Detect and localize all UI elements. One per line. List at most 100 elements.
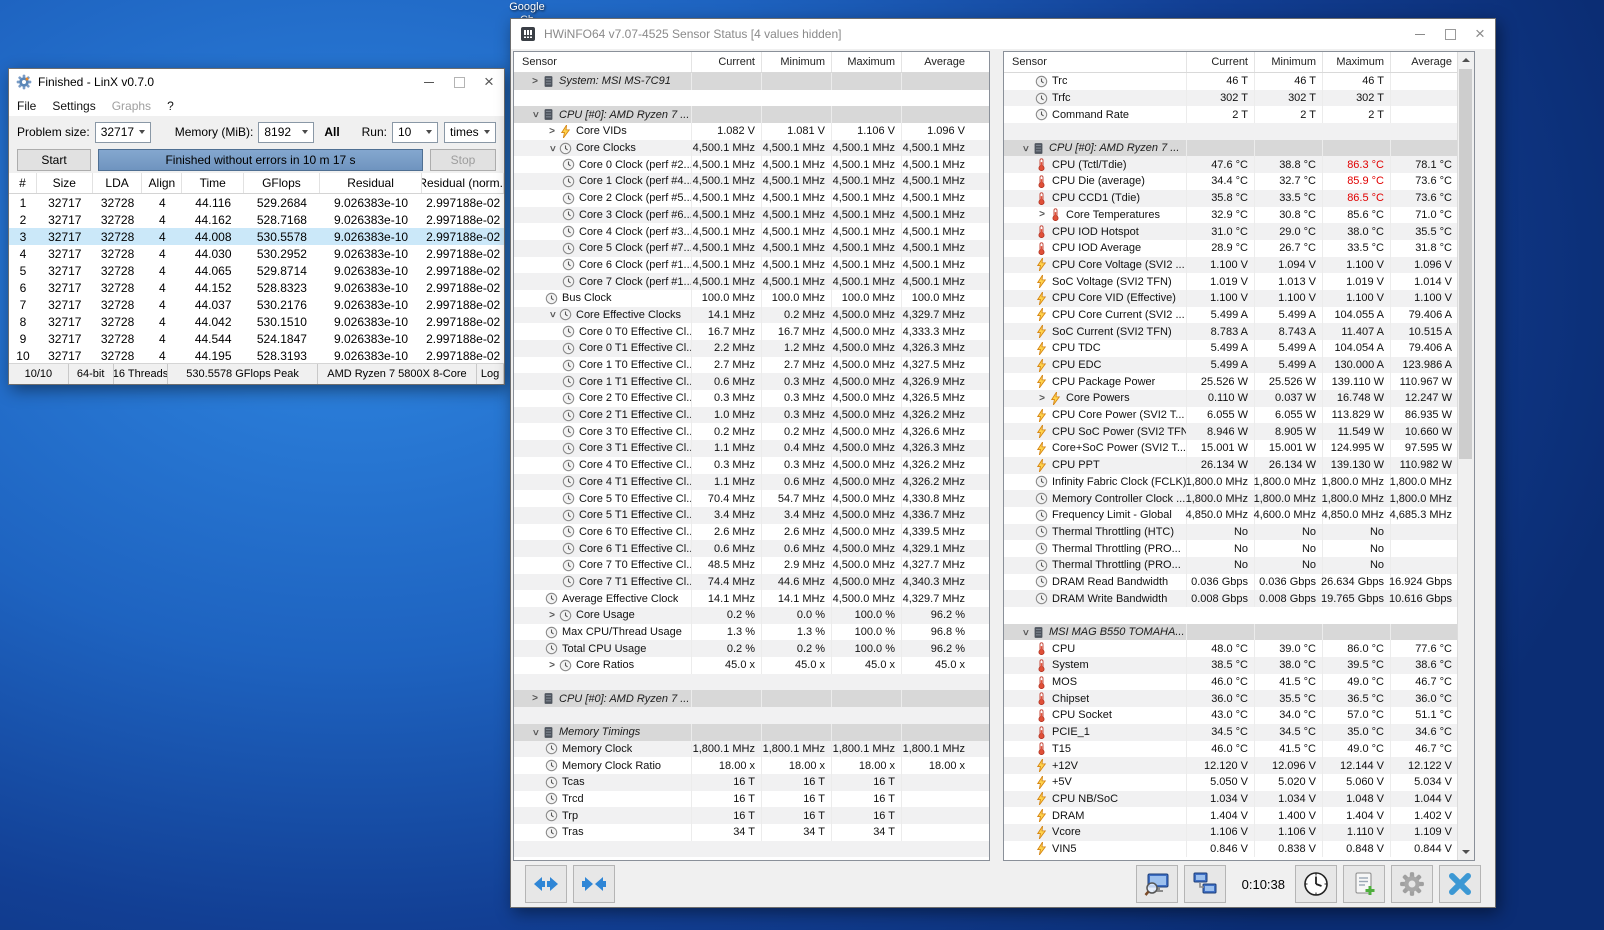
sensor-row[interactable]: Core 4 T0 Effective Cl... 0.3 MHz 0.3 MHz 4… (514, 456, 989, 474)
sensor-row[interactable]: CPU Socket 43.0 °C 34.0 °C 57.0 °C 51.1 °C (1004, 707, 1458, 724)
sensor-row[interactable]: CPU 48.0 °C 39.0 °C 86.0 °C 77.6 °C (1004, 640, 1458, 658)
sensor-group-row[interactable]: CPU [#0]: AMD Ryzen 7 ... (514, 690, 989, 708)
column-header[interactable]: Time (182, 173, 245, 193)
sensor-row[interactable]: CPU PPT 26.134 W 26.134 W 139.130 W 110.982 … (1004, 456, 1458, 474)
table-row[interactable]: 3 32717 32728 4 44.008 530.5578 9.026383e-10 2.… (9, 228, 504, 245)
sensor-row[interactable]: Core 5 T0 Effective Cl... 70.4 MHz 54.7 MH… (514, 490, 989, 507)
column-header-sensor[interactable]: Sensor (514, 56, 691, 68)
table-row[interactable]: 6 32717 32728 4 44.152 528.8323 9.026383e-10 2.… (9, 279, 504, 296)
table-row[interactable]: 4 32717 32728 4 44.030 530.2952 9.026383e-10 2.… (9, 245, 504, 262)
stop-button[interactable]: Stop (430, 149, 496, 171)
sensor-row[interactable]: Tcas 16 T 16 T 16 T (514, 773, 989, 791)
column-header[interactable]: LDA (93, 173, 143, 193)
sensor-row[interactable]: Thermal Throttling (PRO... No No No (1004, 556, 1458, 574)
chevron-right-icon[interactable] (1035, 393, 1049, 404)
column-header[interactable]: GFlops (244, 173, 320, 193)
sensor-row[interactable]: Memory Clock 1,800.1 MHz 1,800.1 MHz 1,800.… (514, 740, 989, 758)
sensor-row[interactable]: SoC Voltage (SVI2 TFN) 1.019 V 1.013 V 1.01… (1004, 273, 1458, 290)
chevron-down-icon[interactable] (530, 108, 541, 122)
sensor-row[interactable]: Core VIDs 1.082 V1.081 V1.106 V1.096 V (514, 123, 989, 140)
sensor-row[interactable]: Command Rate 2 T2 T2 T (1004, 106, 1458, 124)
scroll-down-arrow-icon[interactable] (1458, 844, 1474, 860)
chevron-right-icon[interactable] (1035, 209, 1049, 220)
sensor-row[interactable]: Core 1 T0 Effective Cl... 2.7 MHz 2.7 MHz 4… (514, 356, 989, 374)
linx-minimize-button[interactable] (414, 69, 444, 95)
chevron-right-icon[interactable] (545, 660, 559, 671)
chevron-right-icon[interactable] (545, 126, 559, 137)
sensor-row[interactable]: Total CPU Usage 0.2 % 0.2 % 100.0 % 96.2 % (514, 640, 989, 658)
sensor-row[interactable]: Core 6 Clock (perf #1... 4,500.1 MHz 4,500… (514, 256, 989, 274)
sensor-row[interactable]: CPU IOD Hotspot 31.0 °C 29.0 °C 38.0 °C 35.5… (1004, 223, 1458, 240)
collapse-columns-button[interactable] (573, 865, 615, 903)
column-header[interactable]: # (9, 173, 37, 193)
sensor-row[interactable]: Core 0 Clock (perf #2... 4,500.1 MHz 4,500… (514, 156, 989, 174)
sensor-row[interactable]: DRAM 1.404 V 1.400 V 1.404 V 1.402 V (1004, 807, 1458, 824)
column-header-maximum[interactable]: Maximum (831, 52, 901, 72)
sensor-row[interactable]: Core 4 T1 Effective Cl... 1.1 MHz 0.6 MHz 4… (514, 473, 989, 491)
column-header-maximum[interactable]: Maximum (1322, 52, 1390, 72)
sensor-group-row[interactable]: System: MSI MS-7C91 (514, 73, 989, 90)
run-count-select[interactable]: 10 (392, 121, 438, 143)
chevron-down-icon[interactable] (1020, 625, 1031, 639)
menu-item-graphs[interactable]: Graphs (104, 99, 159, 113)
column-header[interactable]: Align (142, 173, 183, 193)
scrollbar-thumb[interactable] (1459, 69, 1472, 459)
chevron-down-icon[interactable] (1020, 141, 1031, 155)
sensor-row[interactable]: CPU (Tctl/Tdie) 47.6 °C 38.8 °C 86.3 °C 78.1… (1004, 156, 1458, 174)
sensor-row[interactable]: CPU CCD1 (Tdie) 35.8 °C 33.5 °C 86.5 °C 73.6… (1004, 189, 1458, 207)
sensor-row[interactable]: Memory Controller Clock ... 1,800.0 MHz 1,… (1004, 490, 1458, 507)
remote-sensors-button[interactable] (1183, 865, 1226, 903)
settings-button[interactable] (1391, 865, 1433, 903)
sensor-row[interactable]: Core 7 Clock (perf #1... 4,500.1 MHz 4,500… (514, 273, 989, 290)
problem-size-select[interactable]: 32717 (94, 121, 151, 143)
table-row[interactable]: 8 32717 32728 4 44.042 530.1510 9.026383e-10 2.… (9, 313, 504, 330)
sensor-row[interactable]: Core Clocks4,500.1 MHz4,500.1 MHz4,500.1… (514, 139, 989, 157)
sensor-row[interactable]: Trfc 302 T 302 T 302 T (1004, 89, 1458, 107)
sensor-row[interactable]: Core 0 T1 Effective Cl... 2.2 MHz 1.2 MHz 4… (514, 340, 989, 357)
sensor-row[interactable]: Average Effective Clock 14.1 MHz 14.1 MHz 4… (514, 590, 989, 607)
column-header-current[interactable]: Current (691, 52, 761, 72)
sensor-row[interactable]: Trcd 16 T 16 T 16 T (514, 790, 989, 808)
sensor-row[interactable]: CPU TDC 5.499 A 5.499 A 104.054 A 79.406 A (1004, 340, 1458, 357)
column-header[interactable]: Size (37, 173, 93, 193)
table-row[interactable]: 10 32717 32728 4 44.195 528.3193 9.026383e-10 2… (9, 347, 504, 364)
close-sensors-button[interactable] (1439, 865, 1481, 903)
sensor-row[interactable]: CPU EDC 5.499 A 5.499 A 130.000 A 123.986 A (1004, 356, 1458, 374)
sensor-row[interactable]: DRAM Write Bandwidth 0.008 Gbps 0.008 Gbps… (1004, 590, 1458, 607)
hwinfo-maximize-button[interactable] (1435, 19, 1465, 49)
table-row[interactable]: 1 32717 32728 4 44.116 529.2684 9.026383e-10 2.… (9, 194, 504, 211)
sensor-row[interactable]: +12V 12.120 V 12.096 V 12.144 V 12.122 V (1004, 757, 1458, 774)
sensor-row[interactable]: Core 3 T1 Effective Cl... 1.1 MHz 0.4 MHz 4… (514, 440, 989, 457)
sensor-row[interactable]: CPU Core Current (SVI2 ... 5.499 A 5.499 A… (1004, 306, 1458, 324)
sensor-row[interactable]: CPU NB/SoC 1.034 V 1.034 V 1.048 V 1.044 V (1004, 790, 1458, 808)
column-header[interactable]: Residual (320, 173, 423, 193)
sensor-row[interactable]: Infinity Fabric Clock (FCLK) 1,800.0 MHz 1… (1004, 473, 1458, 491)
chevron-down-icon[interactable] (530, 725, 541, 739)
sensor-row[interactable]: Core 6 T0 Effective Cl... 2.6 MHz 2.6 MHz 4… (514, 523, 989, 541)
run-units-select[interactable]: times (444, 121, 496, 143)
table-row[interactable]: 2 32717 32728 4 44.162 528.7168 9.026383e-10 2.… (9, 211, 504, 228)
sensor-row[interactable]: Bus Clock 100.0 MHz 100.0 MHz 100.0 MHz 100.… (514, 289, 989, 307)
sensor-row[interactable]: Chipset 36.0 °C 35.5 °C 36.5 °C 36.0 °C (1004, 690, 1458, 708)
column-header-minimum[interactable]: Minimum (761, 52, 831, 72)
sensor-row[interactable]: Core 4 Clock (perf #3... 4,500.1 MHz 4,500… (514, 223, 989, 240)
expand-columns-button[interactable] (525, 865, 567, 903)
sensor-row[interactable]: Tras 34 T 34 T 34 T (514, 823, 989, 841)
sensor-row[interactable]: CPU Die (average) 34.4 °C 32.7 °C 85.9 °C 73… (1004, 173, 1458, 190)
table-row[interactable]: 7 32717 32728 4 44.037 530.2176 9.026383e-10 2.… (9, 296, 504, 313)
sensor-row[interactable]: Core Temperatures 32.9 °C30.8 °C85.6 °C71… (1004, 206, 1458, 224)
sensor-row[interactable]: MOS 46.0 °C 41.5 °C 49.0 °C 46.7 °C (1004, 673, 1458, 691)
sensor-group-row[interactable]: MSI MAG B550 TOMAHA... (1004, 623, 1458, 641)
sensor-row[interactable]: Core 1 T1 Effective Cl... 0.6 MHz 0.3 MHz 4… (514, 373, 989, 391)
sensor-row[interactable]: Core 6 T1 Effective Cl... 0.6 MHz 0.6 MHz 4… (514, 540, 989, 557)
sensor-row[interactable]: Core 7 T0 Effective Cl... 48.5 MHz 2.9 MHz… (514, 556, 989, 574)
chevron-right-icon[interactable] (528, 76, 542, 87)
sensor-row[interactable]: Core Effective Clocks 14.1 MHz0.2 MHz4,50… (514, 306, 989, 324)
sensor-group-row[interactable]: Memory Timings (514, 723, 989, 741)
sensor-group-row[interactable]: CPU [#0]: AMD Ryzen 7 ... (514, 106, 989, 124)
hwinfo-minimize-button[interactable] (1405, 19, 1435, 49)
monitoring-button[interactable] (1135, 865, 1178, 903)
memory-select[interactable]: 8192 (258, 121, 315, 143)
column-header-sensor[interactable]: Sensor (1004, 56, 1186, 68)
linx-maximize-button[interactable] (444, 69, 474, 95)
